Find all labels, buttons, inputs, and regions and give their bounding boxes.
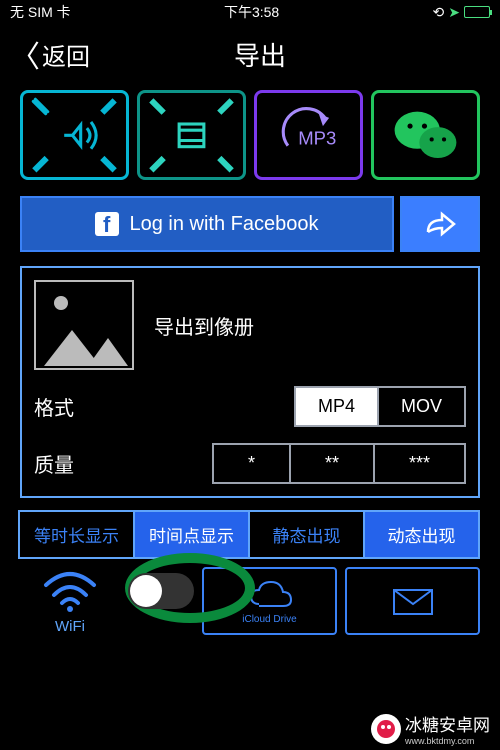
sim-status: 无 SIM 卡 (10, 2, 71, 22)
format-mov[interactable]: MOV (377, 386, 466, 427)
export-label: 导出到像册 (154, 311, 254, 340)
facebook-login-button[interactable]: f Log in with Facebook (20, 196, 394, 252)
status-bar: 无 SIM 卡 下午3:58 ⟲ ➤ (0, 0, 500, 24)
clock: 下午3:58 (224, 2, 279, 22)
format-video-card[interactable] (137, 90, 246, 180)
format-segment: MP4 MOV (296, 386, 466, 427)
format-mp4[interactable]: MP4 (294, 386, 379, 427)
icloud-label: iCloud Drive (242, 614, 296, 625)
mail-button[interactable] (345, 567, 480, 635)
format-mp3-card[interactable]: MP3 (254, 90, 363, 180)
quality-label: 质量 (34, 449, 114, 478)
svg-text:f: f (103, 212, 111, 236)
watermark-name: 冰糖安卓网 (405, 711, 490, 736)
icloud-button[interactable]: iCloud Drive (202, 567, 337, 635)
svg-text:MP3: MP3 (298, 127, 336, 148)
watermark: 冰糖安卓网 www.bktdmy.com (361, 707, 500, 750)
share-arrow-icon (424, 210, 456, 238)
header: 〈 返回 导出 (0, 24, 500, 84)
mail-icon (390, 584, 436, 618)
watermark-logo-icon (371, 714, 401, 744)
format-wechat-card[interactable] (371, 90, 480, 180)
wechat-icon (374, 89, 477, 182)
battery-icon (464, 6, 490, 18)
tab-timepoint[interactable]: 时间点显示 (133, 510, 250, 559)
quality-1[interactable]: * (212, 443, 291, 484)
facebook-icon: f (95, 212, 119, 236)
wifi-label: WiFi (20, 618, 120, 635)
bottom-actions: WiFi iCloud Drive (0, 567, 500, 635)
format-card-row: MP3 (0, 90, 500, 180)
quality-2[interactable]: ** (289, 443, 375, 484)
format-label: 格式 (34, 392, 114, 421)
format-audio-card[interactable] (20, 90, 129, 180)
page-title: 导出 (30, 36, 490, 73)
facebook-row: f Log in with Facebook (0, 196, 500, 252)
tab-duration[interactable]: 等时长显示 (18, 510, 135, 559)
tab-static[interactable]: 静态出现 (248, 510, 365, 559)
share-button[interactable] (400, 196, 480, 252)
orientation-lock-icon: ⟲ (433, 4, 445, 21)
cloud-icon (247, 578, 293, 612)
wifi-icon (40, 567, 100, 613)
status-icons: ⟲ ➤ (433, 4, 490, 21)
wifi-button[interactable]: WiFi (20, 567, 120, 635)
quality-segment: * ** *** (214, 443, 466, 484)
display-mode-tabs: 等时长显示 时间点显示 静态出现 动态出现 (0, 510, 500, 559)
quality-3[interactable]: *** (373, 443, 466, 484)
location-icon: ➤ (448, 4, 460, 21)
tab-dynamic[interactable]: 动态出现 (363, 510, 480, 559)
facebook-login-label: Log in with Facebook (129, 213, 318, 236)
watermark-url: www.bktdmy.com (405, 736, 490, 746)
wifi-toggle[interactable] (128, 573, 194, 609)
export-panel: 导出到像册 格式 MP4 MOV 质量 * ** *** (20, 266, 480, 498)
image-thumbnail[interactable] (34, 280, 134, 370)
